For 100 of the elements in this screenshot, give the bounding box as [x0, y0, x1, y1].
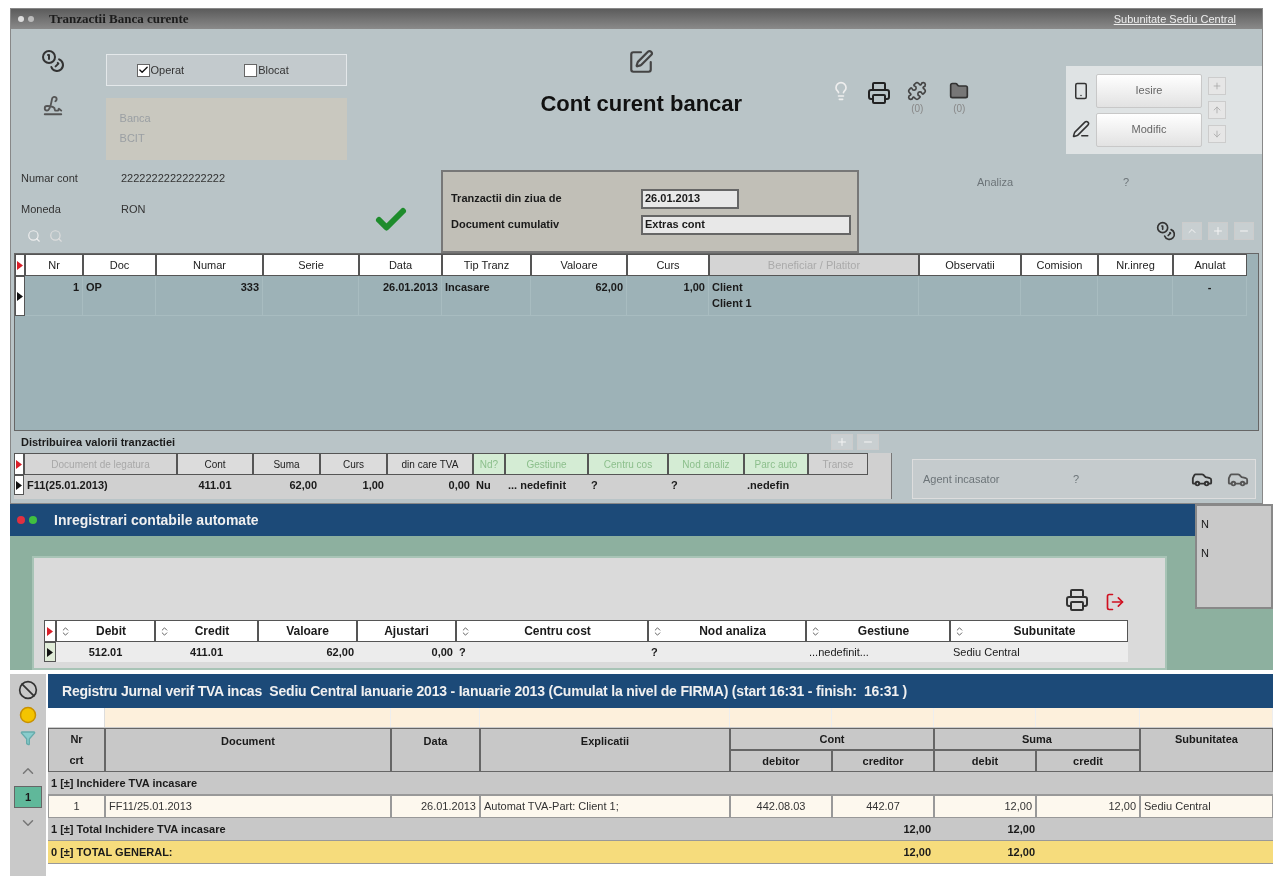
table-cell: 442.07 — [832, 795, 934, 818]
column-header[interactable]: Nr — [25, 254, 83, 276]
sort-icon[interactable] — [810, 625, 821, 637]
table-cell-text: 62,00 — [325, 645, 355, 660]
table-cell-text: ? — [458, 645, 467, 660]
circle-icon[interactable] — [19, 706, 37, 724]
column-header[interactable]: Nr.inreg — [1098, 254, 1173, 276]
action-button[interactable]: Modific — [1096, 112, 1202, 147]
pen-icon — [1072, 120, 1090, 138]
plus-icon — [836, 436, 848, 448]
checkbox[interactable]: Blocat — [244, 61, 289, 79]
agent-label: Agent incasator — [923, 471, 1001, 487]
column-header[interactable]: Valoare — [531, 254, 627, 276]
column-header[interactable]: Subunitate — [950, 620, 1128, 642]
table-cell: 1,00 — [627, 276, 709, 316]
analysis-label: Analiza — [977, 175, 1014, 190]
table-cell: OP — [83, 276, 156, 316]
pointer-icon — [16, 459, 22, 469]
table-cell: 1 — [48, 795, 105, 818]
table-cell-text: ? — [650, 645, 659, 660]
side-label: N — [1201, 545, 1210, 561]
column-header[interactable]: Nod analiza — [648, 620, 806, 642]
window-controls-icon[interactable] — [17, 15, 35, 23]
signature-icon[interactable] — [42, 95, 65, 117]
column-header[interactable]: Valoare — [258, 620, 357, 642]
device-icon — [1072, 82, 1090, 100]
table-cell-text: .nedefin — [746, 477, 791, 493]
sort-icon[interactable] — [60, 625, 71, 637]
field-value: RON — [121, 201, 147, 217]
field-label: Document cumulativ — [451, 217, 561, 233]
puzzle-icon[interactable] — [907, 81, 928, 101]
column-header[interactable]: Suma — [253, 453, 320, 475]
column-header[interactable]: Serie — [263, 254, 359, 276]
table-cell-text: 512.01 — [87, 645, 124, 660]
table-cell-text: 0,00 — [447, 477, 471, 493]
table-cell-text: Sediu Central — [952, 645, 1021, 660]
table-cell-text: 411.01 — [188, 645, 224, 660]
filter-row[interactable] — [48, 708, 1273, 728]
total-label: 1 [±] Total Inchidere TVA incasare — [50, 821, 227, 837]
subunit-link[interactable]: Subunitate Sediu Central — [1113, 10, 1236, 28]
pointer-icon — [47, 626, 53, 636]
section-title: Distribuirea valorii tranzactiei — [20, 434, 177, 450]
table-cell: 333 — [156, 276, 263, 316]
column-header[interactable]: Tip Tranz — [442, 254, 531, 276]
printer-icon[interactable] — [867, 81, 892, 105]
side-label: N — [1201, 517, 1210, 532]
table-cell: 26.01.2013 — [359, 276, 442, 316]
check-icon — [137, 64, 149, 76]
block-icon[interactable] — [18, 680, 38, 700]
column-header[interactable]: Doc — [83, 254, 156, 276]
filter-icon[interactable] — [20, 730, 36, 746]
column-header[interactable]: Centru cost — [456, 620, 648, 642]
column-header[interactable]: Credit — [155, 620, 258, 642]
table-cell: 442.08.03 — [730, 795, 832, 818]
row-indicator[interactable] — [44, 642, 56, 662]
analysis-value: ? — [1123, 175, 1130, 190]
column-header[interactable]: Ajustari — [357, 620, 456, 642]
folder-icon[interactable] — [949, 81, 970, 101]
row-indicator[interactable] — [15, 276, 25, 316]
table-cell: 12,00 — [1036, 795, 1140, 818]
sort-icon[interactable] — [460, 625, 471, 637]
field-value: 22222222222222222 — [121, 171, 226, 186]
table-cell-text: Nu — [475, 477, 492, 493]
column-header[interactable]: Anulat — [1173, 254, 1247, 276]
column-header: Suma — [934, 728, 1140, 750]
table-cell-text: 62,00 — [288, 477, 318, 493]
column-header[interactable]: Gestiune — [806, 620, 950, 642]
row-indicator[interactable] — [14, 475, 24, 495]
sort-icon[interactable] — [159, 625, 170, 637]
printer-icon[interactable] — [1065, 588, 1089, 612]
page-indicator[interactable]: 1 — [14, 786, 42, 808]
column-header[interactable]: Debit — [56, 620, 155, 642]
sort-icon[interactable] — [652, 625, 663, 637]
column-header[interactable]: Observatii — [919, 254, 1021, 276]
action-button[interactable]: Iesire — [1096, 73, 1202, 108]
total-value: 12,00 — [1006, 821, 1036, 837]
input-field[interactable]: 26.01.2013 — [641, 188, 739, 209]
column-header[interactable]: Comision — [1021, 254, 1098, 276]
report-title: Registru Jurnal verif TVA incas Sediu Central Ianuarie 2013 - Ianuarie 2013 (Cumulat la nivel de FIRMA) (start 16:31 - finish: 16:31 ) — [62, 681, 907, 701]
column-header[interactable]: din care TVA — [387, 453, 473, 475]
column-header[interactable]: Curs — [320, 453, 387, 475]
field-label: Numar cont — [21, 171, 79, 186]
coins-icon[interactable] — [41, 49, 66, 73]
exit-icon[interactable] — [1105, 592, 1125, 612]
plus-icon — [1212, 81, 1222, 91]
group-row[interactable]: 1 [±] Inchidere TVA incasare — [48, 772, 1273, 795]
table-cell: 12,00 — [934, 795, 1036, 818]
sort-icon[interactable] — [954, 625, 965, 637]
column-header[interactable]: Curs — [627, 254, 709, 276]
field-label: Tranzactii din ziua de — [451, 191, 563, 207]
pointer-icon — [16, 480, 22, 490]
column-header[interactable]: Data — [359, 254, 442, 276]
column-header[interactable]: Cont — [177, 453, 253, 475]
column-header: debit — [934, 750, 1036, 772]
window-controls-icon[interactable] — [16, 515, 38, 525]
edit-icon[interactable] — [628, 49, 655, 75]
column-header[interactable]: Numar — [156, 254, 263, 276]
coins-icon[interactable] — [1156, 220, 1176, 241]
checkbox[interactable]: Operat — [136, 61, 185, 79]
input-field[interactable]: Extras cont — [641, 214, 851, 235]
